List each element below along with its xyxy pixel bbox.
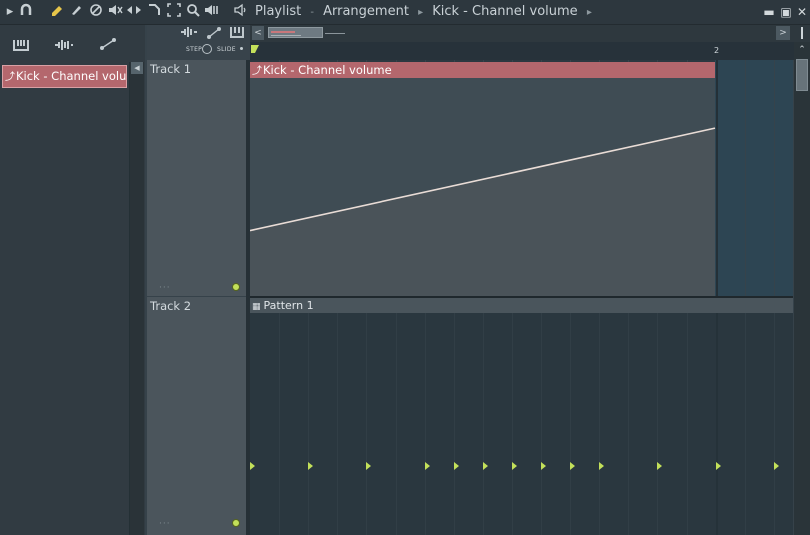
track-header-2[interactable]: Track 2 ··· xyxy=(147,297,246,535)
automation-tool-icon[interactable] xyxy=(204,26,224,42)
note-marker-icon xyxy=(308,462,313,470)
bar-number: 2 xyxy=(714,46,720,55)
maximize-icon[interactable]: ▣ xyxy=(779,3,793,21)
thumb-preview-line xyxy=(271,35,301,36)
automation-fill xyxy=(250,128,715,296)
pattern-tool-icon[interactable] xyxy=(227,26,247,42)
note-marker-icon xyxy=(570,462,575,470)
thumb-preview-clip xyxy=(271,31,295,33)
note-marker-icon xyxy=(512,462,517,470)
track-name: Track 2 xyxy=(150,299,192,313)
scroll-left-icon[interactable]: ◀ xyxy=(131,62,143,74)
automation-clip-header[interactable]: ⤴Kick - Channel volume xyxy=(250,62,715,78)
minimize-icon[interactable]: ▬ xyxy=(762,3,776,21)
scroll-up-icon[interactable]: ⌃ xyxy=(795,43,809,57)
track-grip-icon[interactable]: ··· xyxy=(159,283,171,293)
note-marker-icon xyxy=(774,462,779,470)
step-toggle[interactable] xyxy=(202,44,212,54)
automation-icon[interactable] xyxy=(95,37,121,57)
magnet-icon[interactable] xyxy=(18,3,34,21)
zoom-handle[interactable] xyxy=(795,25,810,42)
note-marker-icon xyxy=(425,462,430,470)
vertical-scroll-thumb[interactable] xyxy=(796,59,808,91)
playback-icon[interactable] xyxy=(204,3,220,21)
pattern-clip-icon: ▦ xyxy=(252,302,261,312)
track-name: Track 1 xyxy=(150,62,192,76)
automation-clip-icon: ⤴ xyxy=(252,66,262,77)
vertical-scrollbar[interactable]: ⌃ xyxy=(794,42,810,535)
pattern-clip-header[interactable]: ▦ Pattern 1 xyxy=(250,298,793,313)
note-marker-icon xyxy=(250,462,255,470)
clip-source-panel: ⤴Kick - Channel volume ◀ xyxy=(0,25,145,535)
playlist-grid[interactable]: ⤴Kick - Channel volume ▦ Pattern 1 xyxy=(250,60,793,535)
scroll-left-arrow-icon[interactable]: < xyxy=(252,26,264,40)
horizontal-scrollbar[interactable]: < > xyxy=(250,25,795,42)
track-grip-icon[interactable]: ··· xyxy=(159,519,171,529)
paint-brush-icon[interactable] xyxy=(68,3,84,21)
title-chevron-2-icon[interactable]: ▸ xyxy=(582,7,597,18)
title-chevron-1-icon: ▸ xyxy=(418,7,424,18)
scroll-right-arrow-icon[interactable]: > xyxy=(776,26,790,40)
note-marker-icon xyxy=(599,462,604,470)
top-toolbar: ▸ Playlist - Arrangement ▸ Kick - Channe… xyxy=(0,0,810,25)
title-channel: Kick - Channel volume xyxy=(432,4,578,19)
playhead-marker-icon[interactable] xyxy=(251,45,259,53)
zoom-handle-bar xyxy=(801,27,803,39)
track-header-1[interactable]: Track 1 ··· xyxy=(147,60,246,296)
note-marker-icon xyxy=(366,462,371,470)
title-playlist: Playlist xyxy=(255,4,302,19)
step-label: STEP xyxy=(186,46,203,53)
scroll-track-line xyxy=(325,33,345,34)
close-icon[interactable]: ✕ xyxy=(795,3,809,21)
speaker-icon[interactable] xyxy=(234,3,250,21)
window-title: Playlist - Arrangement ▸ Kick - Channel … xyxy=(255,0,597,24)
slice-icon[interactable] xyxy=(146,3,162,21)
automation-clip-label: Kick - Channel volume xyxy=(263,63,392,77)
playlist-tool-strip: STEP SLIDE xyxy=(147,25,250,60)
track-mute-led[interactable] xyxy=(232,283,240,291)
note-marker-icon xyxy=(657,462,662,470)
title-separator-1: - xyxy=(310,7,314,18)
audio-clip-icon[interactable] xyxy=(179,26,199,42)
delete-icon[interactable] xyxy=(88,3,104,21)
pattern-clip-body[interactable] xyxy=(250,313,793,535)
automation-curve[interactable] xyxy=(250,60,793,296)
note-marker-icon xyxy=(454,462,459,470)
clip-source-label: Kick - Channel volume xyxy=(16,69,127,83)
zoom-icon[interactable] xyxy=(185,3,201,21)
slide-label: SLIDE xyxy=(217,46,236,53)
mute-icon[interactable] xyxy=(107,3,123,21)
slide-toggle[interactable] xyxy=(240,47,243,50)
track-mute-led[interactable] xyxy=(232,519,240,527)
select-icon[interactable] xyxy=(166,3,182,21)
title-arrangement: Arrangement xyxy=(323,4,409,19)
note-marker-icon xyxy=(483,462,488,470)
pattern-clip-label: Pattern 1 xyxy=(263,299,314,312)
note-marker-icon xyxy=(541,462,546,470)
piano-roll-icon[interactable] xyxy=(8,37,34,57)
pencil-icon[interactable] xyxy=(49,3,65,21)
automation-clip-icon: ⤴ xyxy=(5,72,15,83)
clip-source-item[interactable]: ⤴Kick - Channel volume xyxy=(2,65,127,88)
waveform-icon[interactable] xyxy=(51,37,77,57)
play-arrow-icon[interactable]: ▸ xyxy=(2,3,18,21)
note-marker-icon xyxy=(716,462,721,470)
timeline-ruler[interactable]: 2 xyxy=(250,42,795,60)
scroll-thumb[interactable] xyxy=(268,27,323,38)
panel-scrollbar[interactable]: ◀ xyxy=(129,62,144,535)
slip-icon[interactable] xyxy=(126,3,142,21)
